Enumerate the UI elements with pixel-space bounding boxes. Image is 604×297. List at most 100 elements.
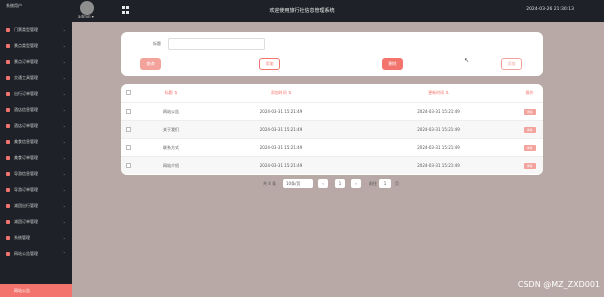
chevron-down-icon: ⌄ (62, 155, 66, 160)
cell-added-time: 2024-03-31 15:21:49 (259, 163, 303, 168)
sidebar-item-5[interactable]: 出行订单管理 ⌄ (0, 86, 72, 102)
menu-icon (6, 28, 10, 32)
menu-icon (6, 92, 10, 96)
search-label: 标题 (153, 41, 161, 46)
cell-updated-time: 2024-03-31 15:21:49 (417, 163, 460, 168)
prev-page-button[interactable]: ‹ (318, 179, 328, 188)
data-table: 标题 ⇅ 添加时间 ⇅ 更新时间 ⇅ 操作 网站公告 2024-03-31 15… (121, 84, 543, 175)
menu-icon (6, 124, 10, 128)
sidebar-item-label: 导游订单管理 (14, 187, 38, 192)
top-bar: 系统用户 admin ▾ 欢迎使用旅行社信息管理系统 2024-03-26 21… (0, 0, 604, 22)
sidebar-item-1[interactable]: 门票类型管理 ⌄ (0, 22, 72, 38)
chevron-down-icon: ⌄ (62, 187, 66, 192)
col-actions-header: 操作 (525, 90, 534, 95)
sidebar-item-10[interactable]: 导游信息管理 ⌄ (0, 166, 72, 182)
table-row: 联系方式 2024-03-31 15:21:49 2024-03-31 15:2… (121, 138, 543, 156)
cell-updated-time: 2024-03-31 15:21:49 (417, 127, 460, 132)
chevron-down-icon: ⌄ (62, 139, 66, 144)
menu-icon (6, 252, 10, 256)
menu-icon (6, 236, 10, 240)
sidebar-item-label: 酒店信息管理 (14, 107, 38, 112)
sidebar-item-9[interactable]: 美食订单管理 ⌄ (0, 150, 72, 166)
sidebar-item-8[interactable]: 美食信息管理 ⌄ (0, 134, 72, 150)
chevron-down-icon: ⌄ (62, 203, 66, 208)
clock: 2024-03-26 21:30:13 (526, 7, 574, 12)
cell-title: 关于我们 (163, 127, 179, 132)
menu-icon (6, 60, 10, 64)
col-updated-time-header[interactable]: 更新时间 ⇅ (361, 84, 516, 102)
sidebar-item-label: 门票类型管理 (14, 27, 38, 32)
table-row: 网站公告 2024-03-31 15:21:49 2024-03-31 15:2… (121, 102, 543, 120)
detail-button[interactable]: 详情 (523, 109, 536, 115)
page-unit-label: 页 (395, 181, 399, 186)
cell-added-time: 2024-03-31 15:21:49 (259, 127, 303, 132)
menu-icon (6, 76, 10, 80)
cell-added-time: 2024-03-31 15:21:49 (259, 145, 303, 150)
sidebar-item-label: 美食信息管理 (14, 139, 38, 144)
sidebar-item-6[interactable]: 酒店信息管理 ⌄ (0, 102, 72, 118)
sidebar-item-12[interactable]: 减团出行管理 ⌄ (0, 198, 72, 214)
row-checkbox[interactable] (126, 163, 131, 168)
chevron-down-icon: ⌄ (62, 59, 66, 64)
sidebar-item-label: 导游信息管理 (14, 171, 38, 176)
detail-button[interactable]: 详情 (523, 145, 536, 151)
sidebar-item[interactable] (0, 4, 72, 20)
sidebar-subitem-label: 网站公告 (14, 288, 30, 293)
sidebar-item-3[interactable]: 景点订单管理 ⌄ (0, 54, 72, 70)
col-added-time-header[interactable]: 添加时间 ⇅ (201, 84, 361, 102)
avatar-name[interactable]: admin ▾ (78, 14, 94, 19)
cell-title: 联系方式 (163, 145, 179, 150)
mouse-cursor-icon: ↖ (464, 57, 470, 64)
sidebar-item-13[interactable]: 减团订单管理 ⌄ (0, 214, 72, 230)
cell-actions: 详情 (516, 121, 543, 139)
chevron-up-icon: ⌃ (62, 251, 66, 256)
sidebar-item-7[interactable]: 酒店订单管理 ⌄ (0, 118, 72, 134)
secondary-button[interactable]: 添加 (501, 58, 522, 70)
menu-icon (6, 188, 10, 192)
chevron-down-icon: ⌄ (62, 75, 66, 80)
sidebar-item-label: 酒店订单管理 (14, 123, 38, 128)
sidebar-item-11[interactable]: 导游订单管理 ⌄ (0, 182, 72, 198)
sidebar-item-label: 美食订单管理 (14, 155, 38, 160)
sidebar-item-label: 系统管理 (14, 235, 30, 240)
page-size-select[interactable]: 10条/页 (283, 179, 313, 188)
menu-icon (6, 172, 10, 176)
cell-actions: 详情 (516, 139, 543, 157)
sidebar-item-15[interactable]: 网站公告管理 ⌃ (0, 246, 72, 262)
table-row: 关于我们 2024-03-31 15:21:49 2024-03-31 15:2… (121, 120, 543, 138)
cell-updated-time: 2024-03-31 15:21:49 (417, 145, 460, 150)
row-checkbox[interactable] (126, 109, 131, 114)
search-button[interactable]: 查询 (140, 58, 161, 70)
cell-updated-time: 2024-03-31 15:21:49 (417, 109, 460, 114)
sidebar-item-label: 减团订单管理 (14, 219, 38, 224)
add-button[interactable]: 添加 (259, 58, 280, 70)
page-number-button[interactable]: 1 (335, 179, 345, 188)
sidebar-subitem-active[interactable]: 网站公告 (0, 284, 72, 297)
cell-title: 网站介绍 (163, 163, 179, 168)
search-input[interactable] (168, 38, 265, 50)
delete-button[interactable]: 删除 (382, 58, 403, 70)
goto-page-input[interactable]: 1 (379, 179, 391, 188)
sidebar-item-label: 出行订单管理 (14, 91, 38, 96)
sidebar-item-14[interactable]: 系统管理 ⌄ (0, 230, 72, 246)
sidebar-item-label: 景点类型管理 (14, 43, 38, 48)
sidebar-item-2[interactable]: 景点类型管理 ⌄ (0, 38, 72, 54)
sidebar-item-4[interactable]: 交通工具管理 ⌄ (0, 70, 72, 86)
sidebar-item-label: 景点订单管理 (14, 59, 38, 64)
chevron-down-icon: ⌄ (62, 171, 66, 176)
search-panel: 标题 查询 添加 删除 添加 (121, 32, 543, 76)
next-page-button[interactable]: › (351, 179, 361, 188)
detail-button[interactable]: 详情 (523, 127, 536, 133)
select-all-checkbox[interactable] (126, 90, 131, 95)
row-checkbox[interactable] (126, 127, 131, 132)
col-title-header[interactable]: 标题 ⇅ (141, 84, 201, 102)
sidebar-item-label: 减团出行管理 (14, 203, 38, 208)
row-checkbox[interactable] (126, 145, 131, 150)
watermark: CSDN @MZ_ZXD001 (517, 280, 600, 289)
menu-icon (6, 156, 10, 160)
cell-actions: 详情 (516, 157, 543, 175)
pagination-total: 共 4 条 (263, 181, 277, 186)
sidebar-item-label: 交通工具管理 (14, 75, 38, 80)
detail-button[interactable]: 详情 (523, 163, 536, 169)
goto-label: 前往 (369, 181, 377, 186)
